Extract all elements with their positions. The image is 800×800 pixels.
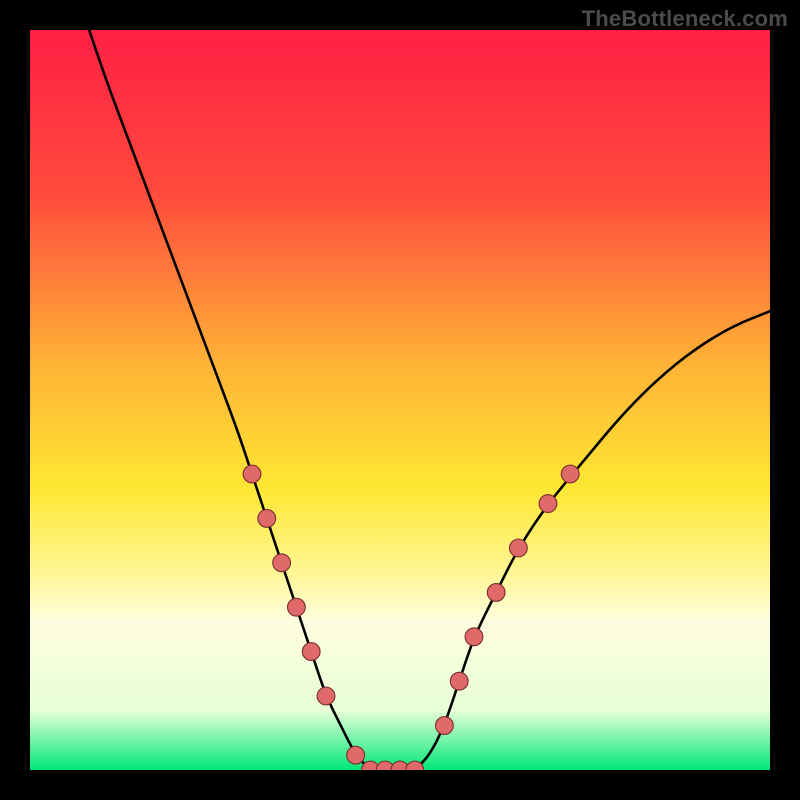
gradient-background (30, 30, 770, 770)
watermark-label: TheBottleneck.com (582, 6, 788, 32)
chart-frame: TheBottleneck.com (0, 0, 800, 800)
plot-area (30, 30, 770, 770)
